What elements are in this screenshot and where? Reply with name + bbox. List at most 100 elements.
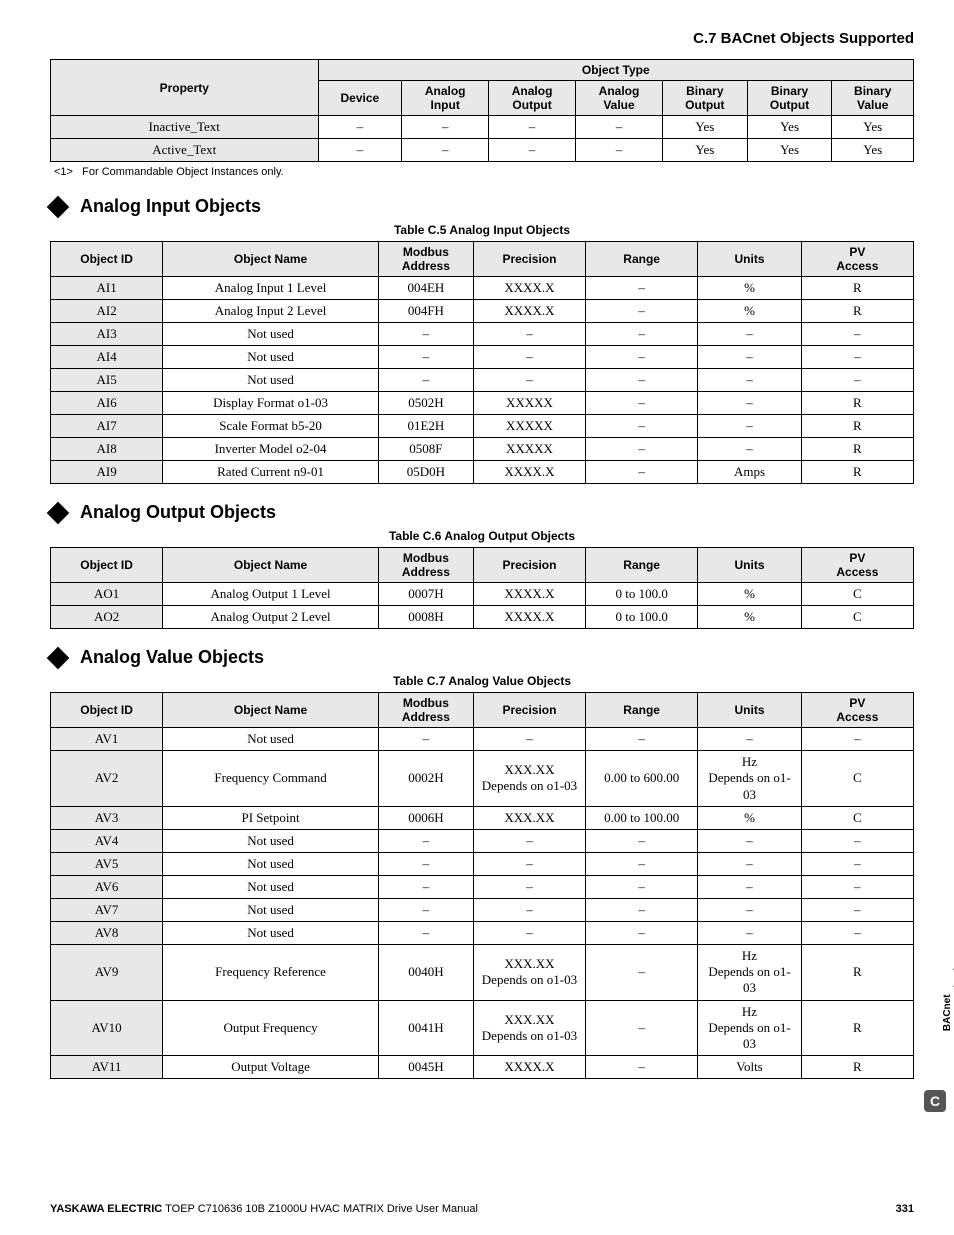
table-cell: XXX.XXDepends on o1-03	[473, 944, 585, 1000]
table-cell: –	[378, 875, 473, 898]
column-header: AnalogValue	[576, 81, 663, 116]
table-cell: AI1	[51, 277, 163, 300]
table-row: AV9Frequency Reference0040HXXX.XXDepends…	[51, 944, 914, 1000]
table-cell: Inverter Model o2-04	[163, 438, 379, 461]
table-cell: –	[473, 323, 585, 346]
table-cell: –	[586, 369, 698, 392]
table-cell: AI2	[51, 300, 163, 323]
side-tab-letter: C	[924, 1090, 946, 1112]
table-row: AI8Inverter Model o2-040508FXXXXX––R	[51, 438, 914, 461]
table-cell: –	[698, 346, 802, 369]
table-cell: AV3	[51, 806, 163, 829]
table-cell: –	[586, 921, 698, 944]
table-cell: Volts	[698, 1056, 802, 1079]
table-cell: Yes	[832, 139, 914, 162]
table-cell: Frequency Reference	[163, 944, 379, 1000]
property-object-type-table: Property Object Type DeviceAnalogInputAn…	[50, 59, 914, 162]
table-cell: –	[378, 921, 473, 944]
table-row: AO1Analog Output 1 Level0007HXXXX.X0 to …	[51, 583, 914, 606]
table-cell: 0045H	[378, 1056, 473, 1079]
table-cell: Analog Input 1 Level	[163, 277, 379, 300]
table-row: AV10Output Frequency0041HXXX.XXDepends o…	[51, 1000, 914, 1056]
side-tab-line1: BACnet	[942, 994, 953, 1031]
table-cell: HzDepends on o1-03	[698, 944, 802, 1000]
table-cell: Not used	[163, 875, 379, 898]
column-header: Units	[698, 242, 802, 277]
table-cell: Yes	[662, 116, 747, 139]
heading-text: Analog Value Objects	[80, 647, 264, 668]
table-cell: AI4	[51, 346, 163, 369]
table-cell: 0007H	[378, 583, 473, 606]
footnote-tag: <1>	[54, 166, 73, 178]
table-cell: AI9	[51, 461, 163, 484]
table-cell: –	[698, 438, 802, 461]
column-header: Object Name	[163, 548, 379, 583]
table-cell: C	[801, 751, 913, 807]
column-header: Object Name	[163, 242, 379, 277]
table-cell: Not used	[163, 346, 379, 369]
table-cell: XXXXX	[473, 415, 585, 438]
table-cell: 0502H	[378, 392, 473, 415]
table-cell: 0041H	[378, 1000, 473, 1056]
column-header: BinaryOutput	[662, 81, 747, 116]
table-row: AV3PI Setpoint0006HXXX.XX0.00 to 100.00%…	[51, 806, 914, 829]
table-cell: %	[698, 606, 802, 629]
table-cell: –	[473, 829, 585, 852]
table-cell: –	[698, 369, 802, 392]
table-row: AV7Not used–––––	[51, 898, 914, 921]
table-cell: –	[698, 852, 802, 875]
column-header: Object Name	[163, 693, 379, 728]
table-cell: –	[586, 728, 698, 751]
section-header: C.7 BACnet Objects Supported	[50, 30, 914, 47]
column-header: PVAccess	[801, 242, 913, 277]
table-cell: –	[586, 829, 698, 852]
column-header: PVAccess	[801, 548, 913, 583]
column-header: Device	[318, 81, 402, 116]
column-header: ModbusAddress	[378, 548, 473, 583]
table-cell: –	[801, 369, 913, 392]
table-row: AI9Rated Current n9-0105D0HXXXX.X–AmpsR	[51, 461, 914, 484]
table-cell: –	[378, 852, 473, 875]
table-row: AV5Not used–––––	[51, 852, 914, 875]
table-cell: AV7	[51, 898, 163, 921]
column-header: Precision	[473, 693, 585, 728]
table-cell: 0 to 100.0	[586, 606, 698, 629]
table-cell: –	[576, 139, 663, 162]
table-cell: –	[801, 323, 913, 346]
page-footer: YASKAWA ELECTRIC TOEP C710636 10B Z1000U…	[50, 1203, 914, 1215]
table-cell: Yes	[832, 116, 914, 139]
caption-av: Table C.7 Analog Value Objects	[50, 674, 914, 688]
table-cell: –	[378, 829, 473, 852]
table-cell: Display Format o1-03	[163, 392, 379, 415]
table-cell: R	[801, 277, 913, 300]
table-cell: Output Voltage	[163, 1056, 379, 1079]
table-cell: –	[698, 392, 802, 415]
table-cell: –	[801, 829, 913, 852]
table-cell: –	[378, 898, 473, 921]
table-cell: –	[586, 944, 698, 1000]
table-row: AV8Not used–––––	[51, 921, 914, 944]
table-cell: –	[586, 852, 698, 875]
table-cell: R	[801, 1056, 913, 1079]
table-cell: –	[698, 898, 802, 921]
table-cell: R	[801, 300, 913, 323]
table-row: Inactive_Text––––YesYesYes	[51, 116, 914, 139]
table-cell: Not used	[163, 852, 379, 875]
table-cell: AI5	[51, 369, 163, 392]
table-cell: AV8	[51, 921, 163, 944]
diamond-icon	[47, 646, 70, 669]
table-cell: 0002H	[378, 751, 473, 807]
table-cell: –	[801, 898, 913, 921]
diamond-icon	[47, 501, 70, 524]
table-cell: R	[801, 461, 913, 484]
table-cell: XXXXX	[473, 392, 585, 415]
table-cell: XXXX.X	[473, 461, 585, 484]
table-cell: –	[698, 728, 802, 751]
table-row: AI4Not used–––––	[51, 346, 914, 369]
table-row: Active_Text––––YesYesYes	[51, 139, 914, 162]
table-cell: –	[586, 438, 698, 461]
table-cell: –	[473, 852, 585, 875]
side-tab-label: BACnet Communications	[942, 950, 954, 1031]
table-cell: –	[378, 323, 473, 346]
table-cell: Not used	[163, 898, 379, 921]
